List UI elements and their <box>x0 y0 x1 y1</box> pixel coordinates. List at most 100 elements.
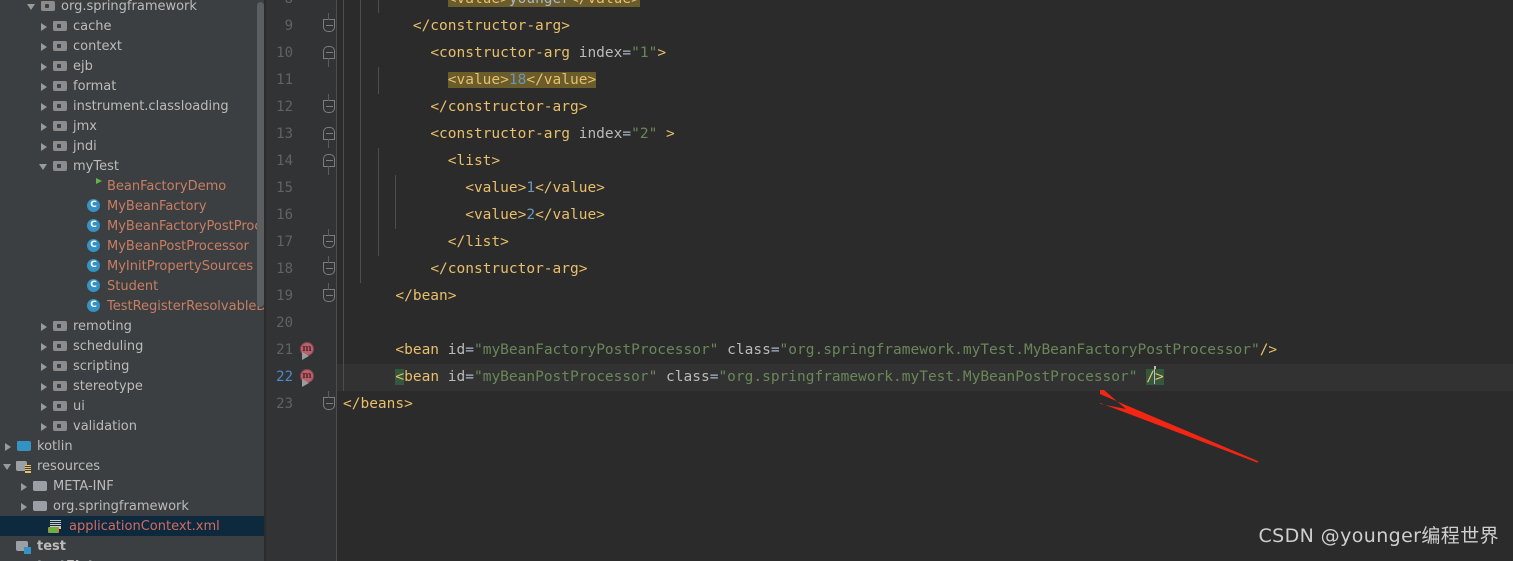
code-line[interactable]: <bean id="myBeanPostProcessor" class="or… <box>343 364 1164 391</box>
chevron-right-icon[interactable] <box>38 401 49 412</box>
fold-end-icon[interactable] <box>323 283 336 310</box>
tree-item-myinitpropertysources[interactable]: MyInitPropertySources <box>0 256 266 276</box>
fold-stem <box>328 391 329 398</box>
chevron-right-icon[interactable] <box>18 501 29 512</box>
tree-item-testregisterresolvabledependency[interactable]: TestRegisterResolvableDependency <box>0 296 266 316</box>
code-line[interactable]: </constructor-arg> <box>343 94 587 121</box>
code-token-str: "2" <box>631 126 658 142</box>
tree-item-instrument-classloading[interactable]: instrument.classloading <box>0 96 266 116</box>
fold-box[interactable] <box>323 46 335 59</box>
chevron-right-icon[interactable] <box>38 421 49 432</box>
chevron-right-icon[interactable] <box>38 121 49 132</box>
tree-item-test[interactable]: test <box>0 536 266 556</box>
tree-item-meta-inf[interactable]: META-INF <box>0 476 266 496</box>
code-line[interactable]: </constructor-arg> <box>343 256 587 283</box>
code-line[interactable]: </constructor-arg> <box>343 13 570 40</box>
fold-box[interactable] <box>323 19 335 32</box>
code-token-tag: <value> <box>447 0 509 7</box>
tree-item-context[interactable]: context <box>0 36 266 56</box>
fold-box[interactable] <box>323 397 335 410</box>
spring-bean-gutter-icon[interactable]: m <box>299 369 316 387</box>
fold-box[interactable] <box>323 127 335 140</box>
tree-item-student[interactable]: Student <box>0 276 266 296</box>
chevron-right-icon[interactable] <box>38 21 49 32</box>
code-line[interactable]: <value>2</value> <box>343 202 605 229</box>
project-tree-panel[interactable]: org.springframework cache context ejb format… <box>0 0 266 561</box>
tree-item-remoting[interactable]: remoting <box>0 316 266 336</box>
fold-box[interactable] <box>323 100 335 113</box>
code-line[interactable]: <value>18</value> <box>343 67 597 94</box>
code-text-area[interactable]: <value>younger</value> </constructor-arg… <box>337 0 1513 561</box>
chevron-down-icon[interactable] <box>2 461 13 472</box>
csdn-watermark: CSDN @younger编程世界 <box>1258 525 1499 547</box>
code-editor[interactable]: 89101112131415161718192021m22m23 <value>… <box>266 0 1513 561</box>
tree-item-kotlin[interactable]: kotlin <box>0 436 266 456</box>
fold-end-icon[interactable] <box>323 229 336 256</box>
code-line[interactable]: <value>younger</value> <box>343 0 640 13</box>
code-token-str: "org.springframework.myTest.MyBeanFactor… <box>779 342 1260 358</box>
editor-gutter[interactable]: 89101112131415161718192021m22m23 <box>266 0 337 561</box>
chevron-right-icon[interactable] <box>18 481 29 492</box>
tree-item-stereotype[interactable]: stereotype <box>0 376 266 396</box>
fold-end-icon[interactable] <box>323 94 336 121</box>
tree-item-ejb[interactable]: ejb <box>0 56 266 76</box>
chevron-right-icon[interactable] <box>38 361 49 372</box>
fold-end-icon[interactable] <box>323 256 336 283</box>
chevron-down-icon[interactable] <box>38 161 49 172</box>
tree-item-org-springframework[interactable]: org.springframework <box>0 0 266 16</box>
chevron-right-icon[interactable] <box>38 101 49 112</box>
tree-item-org-springframework[interactable]: org.springframework <box>0 496 266 516</box>
chevron-right-icon[interactable] <box>2 441 13 452</box>
chevron-down-icon[interactable] <box>26 1 37 12</box>
code-line[interactable]: <constructor-arg index="2" > <box>343 121 674 148</box>
fold-box[interactable] <box>323 262 335 275</box>
chevron-right-icon[interactable] <box>38 41 49 52</box>
fold-start-icon[interactable] <box>323 148 336 175</box>
chevron-right-icon[interactable] <box>38 141 49 152</box>
tree-item-validation[interactable]: validation <box>0 416 266 436</box>
tree-item-applicationcontext-xml[interactable]: applicationContext.xml <box>0 516 266 536</box>
fold-box[interactable] <box>323 289 335 302</box>
fold-box[interactable] <box>323 235 335 248</box>
chevron-right-icon[interactable] <box>38 81 49 92</box>
code-line[interactable]: <bean id="myBeanFactoryPostProcessor" cl… <box>343 337 1277 364</box>
tree-item-format[interactable]: format <box>0 76 266 96</box>
code-line[interactable]: <value>1</value> <box>343 175 605 202</box>
code-token-eq: = <box>770 342 780 358</box>
fold-box[interactable] <box>323 154 335 167</box>
tree-item-mybeanpostprocessor[interactable]: MyBeanPostProcessor <box>0 236 266 256</box>
code-line[interactable]: </list> <box>343 229 509 256</box>
code-line[interactable]: <constructor-arg index="1"> <box>343 40 666 67</box>
code-line[interactable]: </beans> <box>343 391 413 418</box>
tree-item-mybeanfactorypostprocessor[interactable]: MyBeanFactoryPostProcessor <box>0 216 266 236</box>
line-number: 20 <box>276 315 293 331</box>
tree-item-scripting[interactable]: scripting <box>0 356 266 376</box>
tree-item-ui[interactable]: ui <box>0 396 266 416</box>
chevron-right-icon[interactable] <box>38 321 49 332</box>
tree-item-scheduling[interactable]: scheduling <box>0 336 266 356</box>
tree-item-cache[interactable]: cache <box>0 16 266 36</box>
code-token-eq: = <box>622 45 632 61</box>
fold-start-icon[interactable] <box>323 40 336 67</box>
fold-end-icon[interactable] <box>323 13 336 40</box>
tree-item-mybeanfactory[interactable]: MyBeanFactory <box>0 196 266 216</box>
code-line[interactable]: </bean> <box>343 283 456 310</box>
line-number: 23 <box>276 396 293 412</box>
fold-end-icon[interactable] <box>323 391 336 418</box>
fold-start-icon[interactable] <box>323 121 336 148</box>
tree-item-label: applicationContext.xml <box>69 518 220 534</box>
tree-item-resources[interactable]: resources <box>0 456 266 476</box>
tree-item-jmx[interactable]: jmx <box>0 116 266 136</box>
spring-bean-gutter-icon[interactable]: m <box>299 342 316 360</box>
tree-item-jndi[interactable]: jndi <box>0 136 266 156</box>
chevron-right-icon[interactable] <box>38 341 49 352</box>
tree-item-beanfactorydemo[interactable]: BeanFactoryDemo <box>0 176 266 196</box>
tree-item-mytest[interactable]: myTest <box>0 156 266 176</box>
chevron-right-icon[interactable] <box>38 381 49 392</box>
tree-item-testfixtures[interactable]: testFixtures <box>0 556 266 561</box>
code-line[interactable]: <list> <box>343 148 500 175</box>
chevron-right-icon[interactable] <box>38 61 49 72</box>
